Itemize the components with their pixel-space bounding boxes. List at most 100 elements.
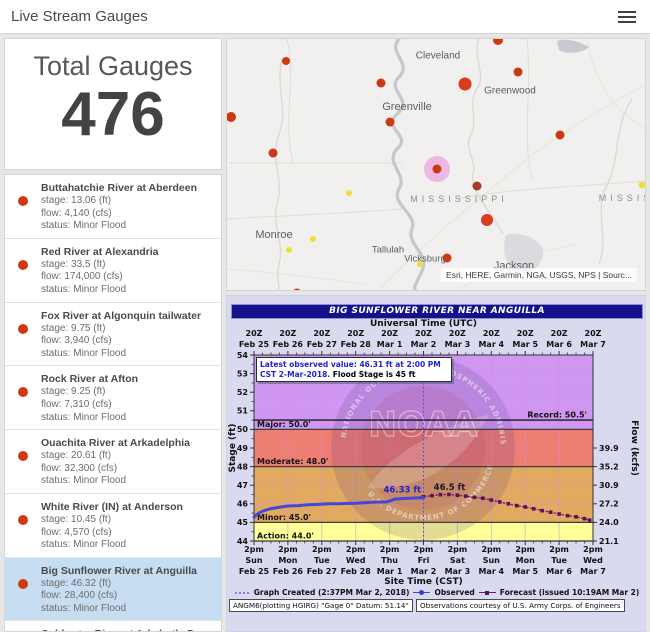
utc-tick-date: Feb 27 <box>307 340 337 349</box>
gauge-marker[interactable] <box>493 39 503 45</box>
forecast-point <box>439 493 443 497</box>
gauge-status-dot <box>18 387 28 397</box>
flood-line-label: Minor: 45.0' <box>257 513 311 522</box>
flow-tick-label: 30.9 <box>599 481 619 490</box>
forecast-point <box>588 518 592 522</box>
gauge-marker[interactable] <box>377 79 386 88</box>
list-item[interactable]: Coldwater River at Arkabutla Damstage: 2… <box>5 621 221 632</box>
gauge-stage: stage: 10.45 (ft) <box>41 514 215 527</box>
utc-tick-time: 20Z <box>585 329 602 338</box>
utc-tick-date: Mar 3 <box>445 340 471 349</box>
map-stream-right <box>468 39 632 264</box>
forecast-point <box>557 512 561 516</box>
list-item[interactable]: Big Sunflower River at Anguillastage: 46… <box>5 558 221 622</box>
map-canvas[interactable] <box>227 39 646 291</box>
gauge-status: status: Minor Flood <box>41 284 215 297</box>
utc-tick-date: Feb 28 <box>341 340 372 349</box>
gauge-marker[interactable] <box>481 214 493 226</box>
gauge-marker[interactable] <box>473 182 482 191</box>
gauge-marker[interactable] <box>286 247 292 253</box>
stage-tick-label: 45 <box>237 518 249 527</box>
gauge-marker[interactable] <box>346 190 352 196</box>
forecast-point <box>549 510 553 514</box>
gauge-marker[interactable] <box>417 261 423 267</box>
gauge-status-dot <box>18 451 28 461</box>
list-item[interactable]: Fox River at Algonquin tailwaterstage: 9… <box>5 303 221 367</box>
stage-tick-label: 46 <box>237 500 249 509</box>
selected-gauge-marker[interactable] <box>433 165 442 174</box>
menu-icon[interactable] <box>618 11 636 24</box>
cst-tick-date: Mar 3 <box>445 567 471 576</box>
gauge-marker[interactable] <box>514 68 523 77</box>
gauge-flow: flow: 7,310 (cfs) <box>41 399 215 412</box>
total-gauges-label: Total Gauges <box>5 51 221 82</box>
forecast-point <box>473 495 477 499</box>
utc-tick-date: Mar 4 <box>478 340 504 349</box>
graph-created-marker <box>235 592 250 594</box>
list-item[interactable]: White River (IN) at Andersonstage: 10.45… <box>5 494 221 558</box>
cst-tick-date: Mar 5 <box>512 567 538 576</box>
gauge-marker[interactable] <box>443 254 452 263</box>
utc-tick-time: 20Z <box>347 329 364 338</box>
cst-tick-time: 2pm <box>278 545 298 554</box>
gauge-status-dot <box>18 324 28 334</box>
utc-tick-time: 20Z <box>551 329 568 338</box>
forecast-point <box>481 496 485 500</box>
gauge-name: Rock River at Afton <box>41 373 215 386</box>
cst-tick-day: Sun <box>483 556 500 565</box>
gauge-name: Fox River at Algonquin tailwater <box>41 310 215 323</box>
gauge-marker[interactable] <box>459 78 472 91</box>
legend-created-label: Graph Created (2:37PM Mar 2, 2018) <box>254 588 410 597</box>
gauge-flow: flow: 28,400 (cfs) <box>41 590 215 603</box>
stage-tick-label: 48 <box>237 462 249 471</box>
gauge-status: status: Minor Flood <box>41 475 215 488</box>
forecast-point <box>430 494 434 498</box>
utc-tick-date: Mar 6 <box>546 340 572 349</box>
cst-tick-date: Mar 6 <box>546 567 572 576</box>
gauge-status: status: Minor Flood <box>41 603 215 616</box>
flow-tick-label: 27.2 <box>599 500 619 509</box>
flow-axis-title: Flow (kcfs) <box>629 420 639 476</box>
gauge-stage: stage: 20.61 (ft) <box>41 450 215 463</box>
utc-tick-time: 20Z <box>517 329 534 338</box>
list-item[interactable]: Ouachita River at Arkadelphiastage: 20.6… <box>5 430 221 494</box>
gauge-marker[interactable] <box>556 131 565 140</box>
cst-tick-day: Tue <box>314 556 330 565</box>
flow-tick-label: 21.1 <box>599 537 619 546</box>
list-item[interactable]: Buttahatchie River at Aberdeenstage: 13.… <box>5 175 221 239</box>
utc-tick-date: Mar 1 <box>377 340 403 349</box>
list-item[interactable]: Red River at Alexandriastage: 33.5 (ft)f… <box>5 239 221 303</box>
gauge-marker[interactable] <box>639 182 646 189</box>
gauge-name: Big Sunflower River at Anguilla <box>41 565 215 578</box>
flow-tick-label: 35.2 <box>599 462 619 471</box>
utc-tick-time: 20Z <box>381 329 398 338</box>
cst-tick-day: Mon <box>278 556 297 565</box>
cst-tick-day: Sat <box>450 556 465 565</box>
stage-tick-label: 44 <box>237 537 249 546</box>
record-line-label: Record: 50.5' <box>527 411 587 420</box>
flood-line-label: Action: 44.0' <box>257 532 314 541</box>
gauge-status: status: Minor Flood <box>41 539 215 552</box>
gauge-marker[interactable] <box>310 236 316 242</box>
gauge-marker[interactable] <box>386 118 395 127</box>
legend-observed-label: Observed <box>434 588 474 597</box>
gauge-marker[interactable] <box>227 112 236 122</box>
gauge-marker[interactable] <box>269 149 278 158</box>
data-label: 46.33 ft <box>384 485 422 495</box>
gauge-marker[interactable] <box>293 289 302 292</box>
stage-tick-label: 51 <box>237 407 249 416</box>
forecast-line-marker <box>479 589 496 597</box>
cst-tick-day: Sun <box>245 556 262 565</box>
gauge-name: White River (IN) at Anderson <box>41 501 215 514</box>
map[interactable]: ClevelandGreenwoodGreenvilleMISSISSIPPIM… <box>226 38 646 291</box>
list-item[interactable]: Rock River at Aftonstage: 9.25 (ft)flow:… <box>5 366 221 430</box>
forecast-point <box>540 509 544 513</box>
gauge-stage: stage: 9.75 (ft) <box>41 323 215 336</box>
forecast-point <box>506 502 510 506</box>
gauge-flow: flow: 4,570 (cfs) <box>41 527 215 540</box>
cst-tick-date: Feb 27 <box>307 567 337 576</box>
stage-tick-label: 50 <box>237 425 249 434</box>
gauge-marker[interactable] <box>282 57 290 65</box>
gauge-stage: stage: 13.06 (ft) <box>41 195 215 208</box>
stage-tick-label: 52 <box>237 388 248 397</box>
